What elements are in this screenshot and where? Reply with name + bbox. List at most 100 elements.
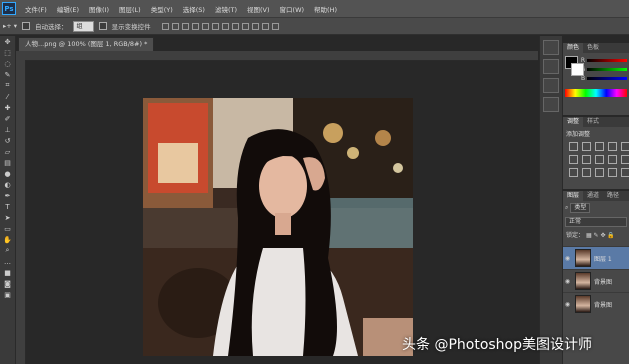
- move-tool-icon[interactable]: ▸+ ▾: [3, 22, 17, 30]
- menu-image[interactable]: 图像(I): [84, 4, 114, 14]
- color-balance-icon[interactable]: [582, 155, 591, 164]
- quick-select-tool-icon[interactable]: ✎: [0, 69, 15, 80]
- auto-select-dropdown[interactable]: 组: [72, 20, 94, 32]
- tab-color[interactable]: 颜色: [563, 43, 584, 53]
- document-tab[interactable]: 人物...png @ 100% (图层 1, RGB/8#) *: [18, 37, 155, 51]
- hand-tool-icon[interactable]: ✋: [0, 234, 15, 245]
- channel-g-row[interactable]: G: [579, 65, 627, 74]
- paragraph-panel-icon[interactable]: [543, 97, 559, 112]
- lock-icons[interactable]: ▦ ✎ ✥ 🔒: [586, 232, 615, 239]
- eraser-tool-icon[interactable]: ▱: [0, 146, 15, 157]
- shape-tool-icon[interactable]: ▭: [0, 223, 15, 234]
- threshold-icon[interactable]: [595, 168, 604, 177]
- align-hcenter-icon[interactable]: [201, 22, 209, 30]
- layer-row[interactable]: ◉ 图层 1: [563, 246, 629, 269]
- blur-tool-icon[interactable]: ●: [0, 168, 15, 179]
- crop-tool-icon[interactable]: ⌗: [0, 80, 15, 91]
- align-top-icon[interactable]: [161, 22, 169, 30]
- brush-tool-icon[interactable]: ✐: [0, 113, 15, 124]
- align-bottom-icon[interactable]: [181, 22, 189, 30]
- background-color-swatch[interactable]: [571, 63, 584, 76]
- marquee-tool-icon[interactable]: ⬚: [0, 47, 15, 58]
- eyedropper-tool-icon[interactable]: ⁄: [0, 91, 15, 102]
- distribute-top-icon[interactable]: [221, 22, 229, 30]
- channel-mixer-icon[interactable]: [621, 155, 629, 164]
- channel-b-row[interactable]: B: [579, 74, 627, 83]
- tab-paths[interactable]: 路径: [603, 191, 623, 201]
- photo-filter-icon[interactable]: [608, 155, 617, 164]
- type-tool-icon[interactable]: T: [0, 201, 15, 212]
- menu-window[interactable]: 窗口(W): [275, 4, 310, 14]
- move-tool-icon[interactable]: ✥: [0, 36, 15, 47]
- properties-panel-icon[interactable]: [543, 59, 559, 74]
- history-brush-tool-icon[interactable]: ↺: [0, 135, 15, 146]
- curves-icon[interactable]: [595, 142, 604, 151]
- clone-stamp-tool-icon[interactable]: ⊥: [0, 124, 15, 135]
- tab-channels[interactable]: 通道: [583, 191, 603, 201]
- posterize-icon[interactable]: [582, 168, 591, 177]
- menu-file[interactable]: 文件(F): [20, 4, 52, 14]
- quick-mask-icon[interactable]: ◙: [0, 278, 15, 289]
- lasso-tool-icon[interactable]: ◌: [0, 58, 15, 69]
- distribute-left-icon[interactable]: [251, 22, 259, 30]
- history-panel-icon[interactable]: [543, 40, 559, 55]
- zoom-tool-icon[interactable]: ⌕: [0, 245, 15, 256]
- channel-r-slider[interactable]: [587, 59, 627, 62]
- screen-mode-icon[interactable]: ▣: [0, 289, 15, 300]
- menu-select[interactable]: 选择(S): [178, 4, 210, 14]
- brightness-icon[interactable]: [569, 142, 578, 151]
- eye-icon[interactable]: ◉: [563, 255, 572, 262]
- distribute-vcenter-icon[interactable]: [231, 22, 239, 30]
- selective-color-icon[interactable]: [621, 168, 629, 177]
- more-tools-icon[interactable]: …: [0, 256, 15, 267]
- character-panel-icon[interactable]: [543, 78, 559, 93]
- menu-view[interactable]: 视图(V): [242, 4, 275, 14]
- align-right-icon[interactable]: [211, 22, 219, 30]
- gradient-tool-icon[interactable]: ▤: [0, 157, 15, 168]
- gradient-map-icon[interactable]: [608, 168, 617, 177]
- menu-edit[interactable]: 编辑(E): [52, 4, 84, 14]
- color-swatch-icon[interactable]: ■: [0, 267, 15, 278]
- channel-r-row[interactable]: R: [579, 56, 627, 65]
- tab-adjustments[interactable]: 调整: [563, 117, 584, 127]
- channel-b-slider[interactable]: [587, 77, 627, 80]
- pen-tool-icon[interactable]: ✒: [0, 190, 15, 201]
- exposure-icon[interactable]: [608, 142, 617, 151]
- color-spectrum-bar[interactable]: [565, 89, 627, 97]
- auto-select-checkbox[interactable]: [22, 22, 31, 30]
- distribute-bottom-icon[interactable]: [241, 22, 249, 30]
- layer-row[interactable]: ◉ 背景图: [563, 269, 629, 292]
- layer-thumbnail: [575, 272, 591, 290]
- transform-controls-checkbox[interactable]: [98, 22, 107, 30]
- black-white-icon[interactable]: [595, 155, 604, 164]
- menu-filter[interactable]: 滤镜(T): [210, 4, 242, 14]
- align-vcenter-icon[interactable]: [171, 22, 179, 30]
- layer-row[interactable]: ◉ 背景图: [563, 292, 629, 315]
- eye-icon[interactable]: ◉: [563, 301, 572, 308]
- distribute-right-icon[interactable]: [271, 22, 279, 30]
- tab-swatches[interactable]: 色板: [583, 43, 603, 53]
- hue-saturation-icon[interactable]: [569, 155, 578, 164]
- invert-icon[interactable]: [569, 168, 578, 177]
- menu-type[interactable]: 类型(Y): [146, 4, 178, 14]
- blend-mode-dropdown[interactable]: 正常: [565, 217, 627, 227]
- tools-panel: ✥ ⬚ ◌ ✎ ⌗ ⁄ ✚ ✐ ⊥ ↺ ▱ ▤ ● ◐ ✒ T ➤ ▭ ✋ ⌕ …: [0, 36, 16, 364]
- vibrance-icon[interactable]: [621, 142, 629, 151]
- layer-kind-filter[interactable]: 类型: [570, 203, 591, 213]
- path-select-tool-icon[interactable]: ➤: [0, 212, 15, 223]
- distribute-hcenter-icon[interactable]: [261, 22, 269, 30]
- adjustments-panel: 调整 样式 添加调整: [562, 117, 629, 189]
- menu-layer[interactable]: 图层(L): [114, 4, 146, 14]
- align-left-icon[interactable]: [191, 22, 199, 30]
- channel-g-slider[interactable]: [587, 68, 627, 71]
- tab-styles[interactable]: 样式: [583, 117, 603, 127]
- document-image[interactable]: [143, 98, 413, 356]
- healing-tool-icon[interactable]: ✚: [0, 102, 15, 113]
- menu-help[interactable]: 帮助(H): [309, 4, 342, 14]
- dodge-tool-icon[interactable]: ◐: [0, 179, 15, 190]
- fg-bg-swatches[interactable]: [565, 56, 584, 76]
- eye-icon[interactable]: ◉: [563, 278, 572, 285]
- levels-icon[interactable]: [582, 142, 591, 151]
- tab-layers[interactable]: 图层: [563, 191, 584, 201]
- photoshop-logo: Ps: [2, 2, 16, 15]
